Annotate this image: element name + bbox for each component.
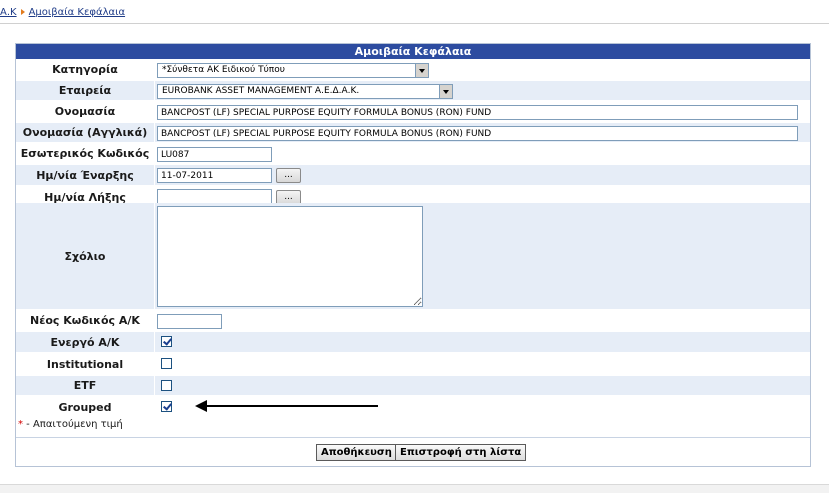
save-button[interactable]: Αποθήκευση bbox=[316, 444, 397, 461]
row-start-date: Ημ/νία Έναρξης ... bbox=[16, 165, 810, 186]
comment-label: Σχόλιο bbox=[16, 203, 155, 309]
grouped-checkbox[interactable] bbox=[161, 401, 172, 412]
company-selected-value: EUROBANK ASSET MANAGEMENT Α.Ε.Δ.Α.Κ. bbox=[162, 86, 360, 96]
end-date-input[interactable] bbox=[157, 189, 272, 204]
breadcrumb-separator-icon bbox=[20, 8, 25, 15]
etf-label: ETF bbox=[16, 376, 155, 395]
category-select[interactable]: *Σύνθετα ΑΚ Ειδικού Τύπου bbox=[157, 63, 429, 78]
internal-code-label: Εσωτερικός Κωδικός bbox=[16, 144, 155, 163]
action-bar: Αποθήκευση Επιστροφή στη λίστα bbox=[16, 437, 810, 466]
active-checkbox[interactable] bbox=[161, 336, 172, 347]
row-active: Ενεργό Α/Κ bbox=[16, 332, 810, 353]
name-input[interactable] bbox=[157, 105, 798, 120]
row-internal-code: Εσωτερικός Κωδικός bbox=[16, 144, 810, 164]
required-note: * - Απαιτούμενη τιμή bbox=[18, 419, 123, 430]
row-grouped: Grouped bbox=[16, 397, 810, 418]
row-new-code: Νέος Κωδικός Α/Κ bbox=[16, 311, 810, 331]
chevron-down-icon[interactable] bbox=[415, 64, 428, 77]
breadcrumb-parent-link[interactable]: Α.Κ bbox=[0, 7, 17, 18]
row-category: Κατηγορία *Σύνθετα ΑΚ Ειδικού Τύπου bbox=[16, 60, 810, 80]
internal-code-input[interactable] bbox=[157, 147, 272, 162]
back-to-list-button[interactable]: Επιστροφή στη λίστα bbox=[395, 444, 527, 461]
name-en-label: Ονομασία (Αγγλικά) bbox=[16, 123, 155, 142]
arrow-left-icon bbox=[195, 400, 378, 412]
new-code-label: Νέος Κωδικός Α/Κ bbox=[16, 311, 155, 330]
company-label: Εταιρεία bbox=[16, 81, 155, 100]
fund-form-panel: Αμοιβαία Κεφάλαια Κατηγορία *Σύνθετα ΑΚ … bbox=[15, 43, 811, 467]
category-selected-value: *Σύνθετα ΑΚ Ειδικού Τύπου bbox=[162, 65, 285, 75]
category-label: Κατηγορία bbox=[16, 60, 155, 79]
row-company: Εταιρεία EUROBANK ASSET MANAGEMENT Α.Ε.Δ… bbox=[16, 81, 810, 101]
row-etf: ETF bbox=[16, 376, 810, 396]
breadcrumb: Α.Κ Αμοιβαία Κεφάλαια bbox=[0, 7, 125, 21]
panel-title: Αμοιβαία Κεφάλαια bbox=[16, 44, 810, 59]
chevron-down-icon[interactable] bbox=[439, 85, 452, 98]
grouped-label: Grouped bbox=[16, 397, 155, 417]
etf-checkbox[interactable] bbox=[161, 380, 172, 391]
comment-textarea[interactable] bbox=[157, 206, 423, 307]
new-code-input[interactable] bbox=[157, 314, 222, 329]
name-en-input[interactable] bbox=[157, 126, 798, 141]
name-label: Ονομασία bbox=[16, 102, 155, 121]
breadcrumb-current-link[interactable]: Αμοιβαία Κεφάλαια bbox=[29, 7, 125, 18]
top-divider bbox=[0, 23, 829, 24]
row-name-en: Ονομασία (Αγγλικά) bbox=[16, 123, 810, 143]
active-label: Ενεργό Α/Κ bbox=[16, 332, 155, 352]
institutional-checkbox[interactable] bbox=[161, 358, 172, 369]
start-date-label: Ημ/νία Έναρξης bbox=[16, 165, 155, 185]
institutional-label: Institutional bbox=[16, 354, 155, 374]
row-institutional: Institutional bbox=[16, 354, 810, 375]
start-date-input[interactable] bbox=[157, 168, 272, 183]
row-name: Ονομασία bbox=[16, 102, 810, 122]
required-note-text: - Απαιτούμενη τιμή bbox=[23, 419, 123, 430]
footer-divider bbox=[0, 484, 829, 493]
row-comment: Σχόλιο bbox=[16, 203, 810, 310]
company-select[interactable]: EUROBANK ASSET MANAGEMENT Α.Ε.Δ.Α.Κ. bbox=[157, 84, 453, 99]
start-date-picker-button[interactable]: ... bbox=[276, 168, 301, 183]
